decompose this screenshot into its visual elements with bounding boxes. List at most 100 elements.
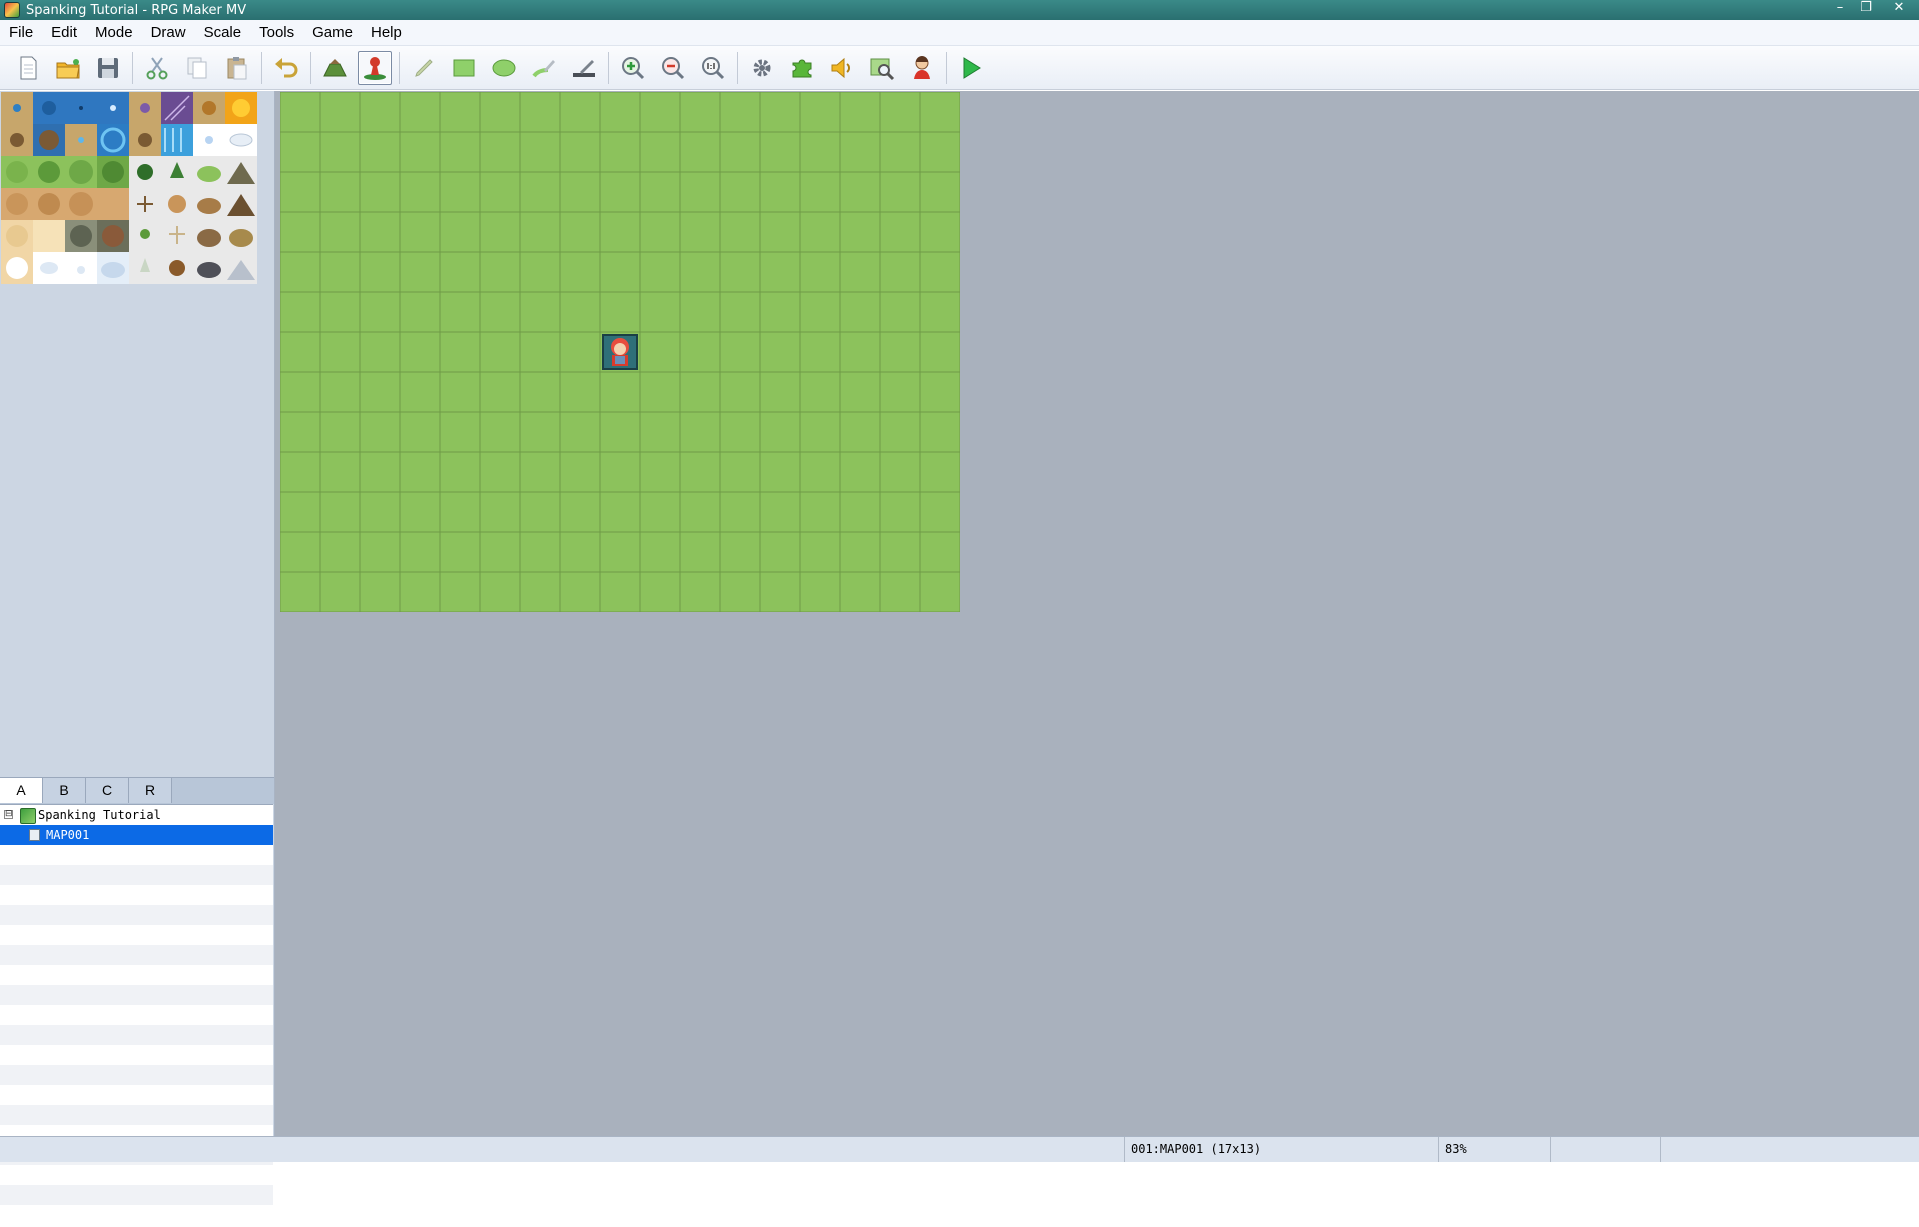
map-tile[interactable] <box>719 531 761 573</box>
map-tile[interactable] <box>719 291 761 333</box>
map-tile[interactable] <box>319 92 361 133</box>
map-tile[interactable] <box>519 171 561 213</box>
map-tile[interactable] <box>519 331 561 373</box>
menu-scale[interactable]: Scale <box>195 20 251 45</box>
map-tile[interactable] <box>519 371 561 413</box>
map-tile[interactable] <box>919 411 960 453</box>
map-tile[interactable] <box>759 291 801 333</box>
map-tile[interactable] <box>519 491 561 533</box>
map-tile[interactable] <box>719 331 761 373</box>
menu-edit[interactable]: Edit <box>42 20 86 45</box>
map-tile[interactable] <box>919 451 960 493</box>
map-tile[interactable] <box>919 491 960 533</box>
map-tile[interactable] <box>639 491 681 533</box>
map-tile[interactable] <box>799 531 841 573</box>
map-tile[interactable] <box>599 291 641 333</box>
map-tile[interactable] <box>799 411 841 453</box>
map-tile[interactable] <box>639 451 681 493</box>
map-tile[interactable] <box>799 571 841 612</box>
open-project-button[interactable] <box>51 51 85 85</box>
map-tile[interactable] <box>719 411 761 453</box>
map-tile[interactable] <box>679 251 721 293</box>
map-grid[interactable] <box>280 92 960 612</box>
map-tile[interactable] <box>399 571 441 612</box>
map-tile[interactable] <box>679 331 721 373</box>
map-tile[interactable] <box>679 211 721 253</box>
map-tile[interactable] <box>839 451 881 493</box>
map-tile[interactable] <box>599 411 641 453</box>
map-tile[interactable] <box>639 531 681 573</box>
map-tile[interactable] <box>479 171 521 213</box>
map-tile[interactable] <box>919 371 960 413</box>
plugin-manager-button[interactable] <box>785 51 819 85</box>
map-tile[interactable] <box>439 371 481 413</box>
map-tile[interactable] <box>879 331 921 373</box>
map-tile[interactable] <box>519 411 561 453</box>
map-tile[interactable] <box>399 291 441 333</box>
map-tile[interactable] <box>879 411 921 453</box>
map-tile[interactable] <box>719 251 761 293</box>
map-tile[interactable] <box>799 211 841 253</box>
menu-game[interactable]: Game <box>303 20 362 45</box>
map-tile[interactable] <box>679 411 721 453</box>
map-tile[interactable] <box>599 571 641 612</box>
map-tile[interactable] <box>879 491 921 533</box>
map-tile[interactable] <box>719 571 761 612</box>
map-tile[interactable] <box>839 92 881 133</box>
map-tile[interactable] <box>280 571 321 612</box>
map-tile[interactable] <box>559 92 601 133</box>
map-tile[interactable] <box>439 531 481 573</box>
map-tile[interactable] <box>919 211 960 253</box>
map-tile[interactable] <box>399 92 441 133</box>
map-tile[interactable] <box>479 451 521 493</box>
map-tile[interactable] <box>559 571 601 612</box>
map-tile[interactable] <box>479 331 521 373</box>
map-tile[interactable] <box>359 331 401 373</box>
map-tile[interactable] <box>519 451 561 493</box>
database-button[interactable] <box>745 51 779 85</box>
zoom-actual-button[interactable] <box>696 51 730 85</box>
rectangle-button[interactable] <box>447 51 481 85</box>
map-tile[interactable] <box>759 491 801 533</box>
map-tile[interactable] <box>639 171 681 213</box>
close-button[interactable]: ✕ <box>1879 0 1919 18</box>
sound-test-button[interactable] <box>825 51 859 85</box>
map-tile[interactable] <box>839 571 881 612</box>
map-tile[interactable] <box>719 451 761 493</box>
map-tile[interactable] <box>319 211 361 253</box>
menu-draw[interactable]: Draw <box>142 20 195 45</box>
map-tile[interactable] <box>519 291 561 333</box>
map-tile[interactable] <box>359 411 401 453</box>
map-tile[interactable] <box>519 92 561 133</box>
tab-c[interactable]: C <box>86 778 129 803</box>
map-tile[interactable] <box>639 131 681 173</box>
zoom-out-button[interactable] <box>656 51 690 85</box>
menu-file[interactable]: File <box>0 20 42 45</box>
map-tile[interactable] <box>679 571 721 612</box>
map-tile[interactable] <box>439 291 481 333</box>
map-tile[interactable] <box>599 251 641 293</box>
map-tile[interactable] <box>399 131 441 173</box>
save-project-button[interactable] <box>91 51 125 85</box>
map-tile[interactable] <box>319 491 361 533</box>
map-tile[interactable] <box>799 491 841 533</box>
map-tile[interactable] <box>599 211 641 253</box>
map-tile[interactable] <box>719 211 761 253</box>
map-tile[interactable] <box>559 131 601 173</box>
map-tile[interactable] <box>639 371 681 413</box>
map-tile[interactable] <box>799 371 841 413</box>
map-tile[interactable] <box>280 251 321 293</box>
event-searcher-button[interactable] <box>865 51 899 85</box>
map-tile[interactable] <box>759 92 801 133</box>
tileset-palette-grid[interactable] <box>1 92 257 284</box>
map-editor-area[interactable] <box>275 91 1919 1136</box>
map-tile[interactable] <box>439 451 481 493</box>
map-tile[interactable] <box>399 531 441 573</box>
map-tile[interactable] <box>919 92 960 133</box>
map-tile[interactable] <box>319 131 361 173</box>
map-tile[interactable] <box>719 92 761 133</box>
map-tile[interactable] <box>879 171 921 213</box>
map-tile[interactable] <box>599 451 641 493</box>
map-tile[interactable] <box>359 251 401 293</box>
map-tile[interactable] <box>839 251 881 293</box>
